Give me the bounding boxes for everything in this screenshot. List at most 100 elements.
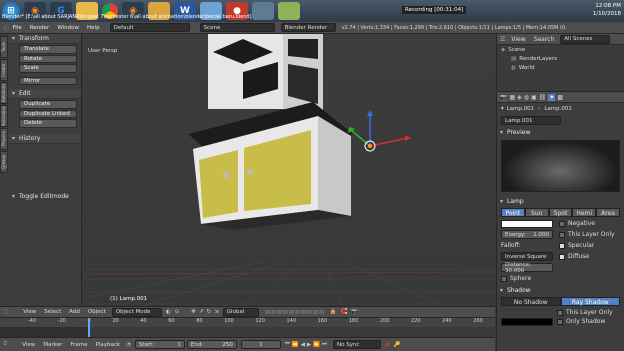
- lamp-type-point[interactable]: Point: [501, 208, 525, 217]
- keying-icon[interactable]: ◔: [126, 342, 131, 348]
- pivot-icon[interactable]: ⊙: [175, 309, 180, 315]
- info-editor-icon[interactable]: ⓘ: [3, 24, 9, 32]
- play-reverse-icon[interactable]: ◀: [301, 342, 305, 348]
- record-icon[interactable]: ●: [385, 342, 390, 348]
- tab-grease-pencil[interactable]: Grease Pencil: [0, 151, 8, 173]
- distance-field[interactable]: Distance: 30.000: [501, 262, 553, 274]
- outliner-item-scene[interactable]: ◈ Scene: [497, 45, 624, 54]
- tab-animation[interactable]: Animation: [0, 105, 8, 127]
- timeline-editor-icon[interactable]: ⏱: [3, 341, 7, 348]
- shadow-this-layer-only-checkbox[interactable]: [557, 309, 563, 316]
- menu-file[interactable]: File: [13, 25, 22, 31]
- outliner-item-renderlayers[interactable]: ▤ RenderLayers: [497, 54, 624, 63]
- scene-tab-icon[interactable]: ◈: [517, 94, 522, 101]
- tab-tools[interactable]: Tools: [0, 36, 8, 58]
- shading-icon[interactable]: ◐: [166, 309, 171, 315]
- shadow-panel-header[interactable]: Shadow: [497, 285, 624, 296]
- clock-time[interactable]: 12:08 PM: [593, 2, 621, 10]
- duplicate-button[interactable]: Duplicate: [19, 100, 77, 109]
- jump-start-icon[interactable]: ⏮: [285, 341, 290, 348]
- lamp-type-area[interactable]: Area: [596, 208, 620, 217]
- menu-window[interactable]: Window: [57, 25, 79, 31]
- manipulator-icon[interactable]: ✥: [191, 309, 196, 315]
- menu-render[interactable]: Render: [30, 25, 50, 31]
- playhead[interactable]: [88, 318, 90, 338]
- outliner-menu-view[interactable]: View: [511, 36, 525, 43]
- tl-menu-view[interactable]: View: [22, 342, 35, 348]
- tl-menu-marker[interactable]: Marker: [43, 342, 62, 348]
- render-engine-selector[interactable]: Blender Render: [280, 23, 336, 32]
- lamp-type-hemi[interactable]: Hemi: [572, 208, 597, 217]
- outliner-menu-search[interactable]: Search: [534, 36, 555, 43]
- outliner-filter[interactable]: All Scenes: [560, 34, 611, 44]
- vp-menu-object[interactable]: Object: [88, 309, 106, 315]
- sphere-checkbox[interactable]: [501, 275, 507, 282]
- only-shadow-checkbox[interactable]: [557, 318, 563, 325]
- vp-menu-add[interactable]: Add: [69, 309, 80, 315]
- scale-button[interactable]: Scale: [19, 64, 77, 73]
- no-shadow-option[interactable]: No Shadow: [501, 297, 561, 306]
- constraints-tab-icon[interactable]: ⛓: [539, 94, 547, 101]
- lamp-data-tab-icon[interactable]: ✦: [548, 93, 556, 101]
- outliner-icon[interactable]: ☰: [500, 36, 505, 43]
- mode-selector[interactable]: Object Mode: [111, 307, 162, 317]
- vp-menu-view[interactable]: View: [23, 309, 36, 315]
- diffuse-checkbox[interactable]: [559, 253, 565, 260]
- rotate-manip-icon[interactable]: ↻: [206, 309, 211, 315]
- object-tab-icon[interactable]: ▣: [531, 94, 537, 101]
- current-frame-field[interactable]: 1: [240, 340, 281, 349]
- render-preview-icon[interactable]: 📷: [351, 309, 358, 315]
- lamp-type-spot[interactable]: Spot: [548, 208, 573, 217]
- prev-key-icon[interactable]: ⏪: [292, 342, 299, 348]
- scale-manip-icon[interactable]: ⇲: [214, 309, 219, 315]
- lamp-datablock-field[interactable]: Lamp.001: [501, 116, 561, 125]
- rotate-button[interactable]: Rotate: [19, 54, 77, 63]
- preview-panel-header[interactable]: Preview: [497, 127, 624, 138]
- play-icon[interactable]: ▶: [307, 342, 311, 348]
- layers-tab-icon[interactable]: ▦: [509, 94, 515, 101]
- tab-relations[interactable]: Relations: [0, 82, 8, 104]
- falloff-dropdown[interactable]: Inverse Square: [501, 252, 553, 261]
- lock-icon[interactable]: 🔒: [330, 309, 337, 315]
- 3d-view-editor-icon[interactable]: ⬚: [3, 309, 8, 315]
- orientation-selector[interactable]: Global: [222, 307, 259, 317]
- edit-panel-header[interactable]: Edit: [9, 89, 81, 99]
- render-tab-icon[interactable]: 📷: [500, 94, 507, 101]
- tab-create[interactable]: Create: [0, 59, 8, 81]
- specular-checkbox[interactable]: [559, 242, 565, 249]
- tl-menu-frame[interactable]: Frame: [70, 342, 87, 348]
- snap-icon[interactable]: 🧲: [341, 309, 348, 315]
- world-tab-icon[interactable]: ◍: [524, 94, 529, 101]
- translate-manip-icon[interactable]: ↗: [199, 309, 204, 315]
- jump-end-icon[interactable]: ⏭: [322, 341, 327, 348]
- tab-physics[interactable]: Physics: [0, 128, 8, 150]
- texture-tab-icon[interactable]: ▩: [557, 94, 563, 101]
- clock-date[interactable]: 1/10/2018: [593, 10, 621, 18]
- timeline[interactable]: -40 -20 0 20 40 60 80 100 120 140 160 18…: [0, 317, 495, 338]
- end-frame-field[interactable]: End: 250: [186, 340, 237, 349]
- transform-panel-header[interactable]: Transform: [9, 34, 81, 44]
- 3d-viewport[interactable]: User Persp (1) Lamp.001: [83, 34, 495, 306]
- vp-menu-select[interactable]: Select: [44, 309, 61, 315]
- start-frame-field[interactable]: Start: 1: [134, 340, 185, 349]
- history-panel-header[interactable]: History: [9, 133, 81, 144]
- outliner-item-world[interactable]: ◍ World: [497, 63, 624, 72]
- next-key-icon[interactable]: ⏩: [313, 342, 320, 348]
- sync-selector[interactable]: No Sync: [332, 340, 381, 349]
- layer-buttons[interactable]: [264, 310, 324, 314]
- lamp-color-swatch[interactable]: [501, 219, 553, 228]
- translate-button[interactable]: Translate: [19, 45, 77, 54]
- delete-button[interactable]: Delete: [19, 119, 77, 128]
- toggle-editmode-header[interactable]: Toggle Editmode: [9, 192, 81, 202]
- layout-selector[interactable]: Default: [109, 23, 190, 32]
- scene-selector[interactable]: Scene: [199, 23, 275, 32]
- mirror-button[interactable]: Mirror: [19, 76, 77, 85]
- menu-help[interactable]: Help: [87, 25, 100, 31]
- tl-menu-playback[interactable]: Playback: [96, 342, 121, 348]
- lamp-panel-header[interactable]: Lamp: [497, 196, 624, 207]
- this-layer-only-checkbox[interactable]: [559, 231, 565, 238]
- energy-field[interactable]: Energy: 1.000: [501, 230, 553, 239]
- shadow-color-swatch[interactable]: [501, 317, 553, 326]
- lamp-type-sun[interactable]: Sun: [524, 208, 549, 217]
- ray-shadow-option[interactable]: Ray Shadow: [560, 297, 620, 306]
